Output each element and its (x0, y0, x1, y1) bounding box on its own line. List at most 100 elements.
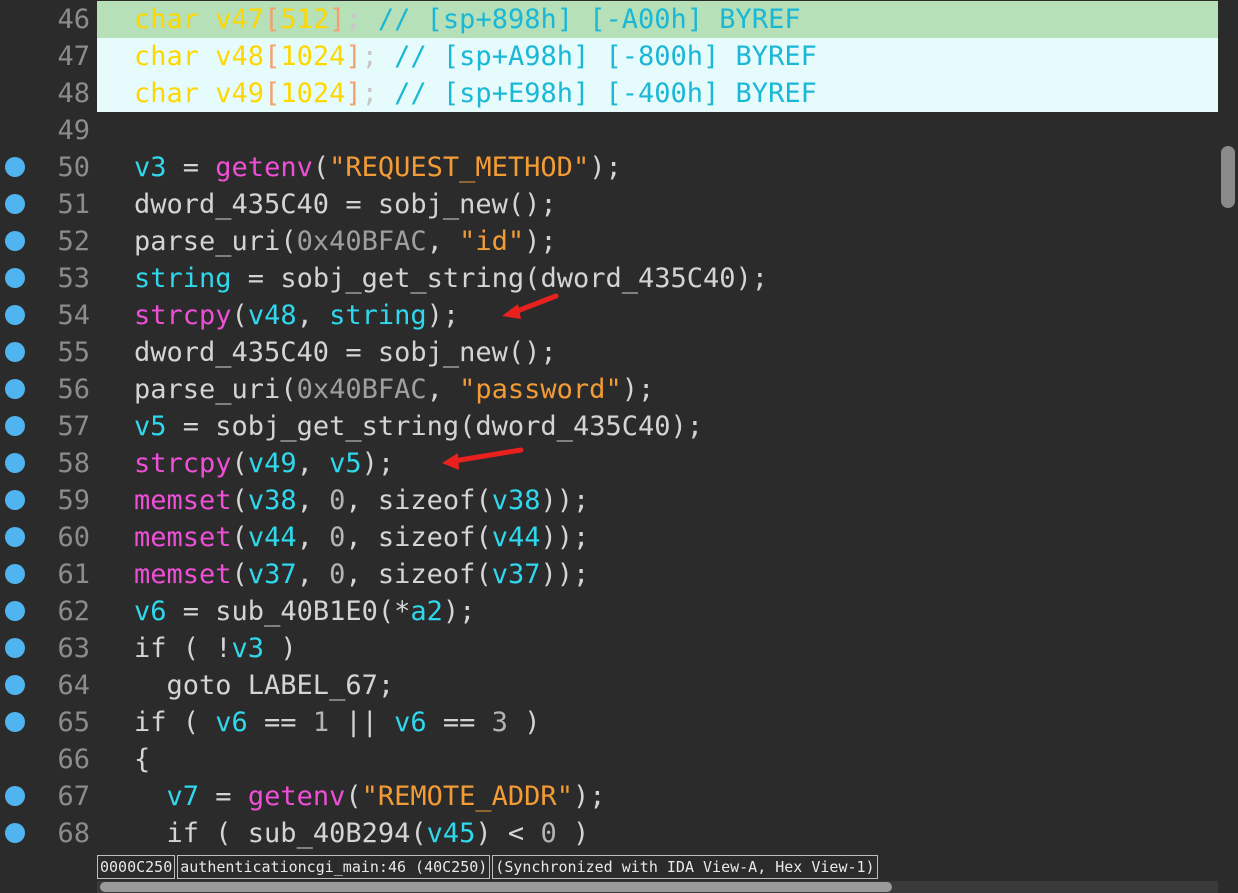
breakpoint-dot-icon[interactable] (5, 712, 25, 732)
code-text[interactable]: memset(v37, 0, sizeof(v37)); (134, 556, 589, 593)
code-token: v45 (426, 818, 476, 849)
breakpoint-dot-icon[interactable] (5, 194, 25, 214)
code-token: // (377, 78, 443, 109)
code-token: ( (345, 781, 362, 812)
code-token: == (426, 707, 492, 738)
code-text[interactable]: dword_435C40 = sobj_new(); (134, 334, 557, 371)
vertical-scrollbar[interactable] (1218, 0, 1238, 893)
code-text[interactable]: char v47[512]; // [sp+898h] [-A00h] BYRE… (134, 1, 801, 38)
code-token: v37 (247, 559, 297, 590)
code-text[interactable]: strcpy(v48, string); (134, 297, 459, 334)
code-text[interactable]: goto LABEL_67; (134, 667, 395, 704)
breakpoint-dot-icon[interactable] (5, 527, 25, 547)
code-text[interactable]: parse_uri(0x40BFAC, "id"); (134, 223, 557, 260)
code-line[interactable]: 64 goto LABEL_67; (0, 667, 1218, 704)
breakpoint-dot-icon[interactable] (5, 453, 25, 473)
code-line[interactable]: 62 v6 = sub_40B1E0(*a2); (0, 593, 1218, 630)
code-text[interactable]: memset(v38, 0, sizeof(v38)); (134, 482, 589, 519)
code-text[interactable]: v3 = getenv("REQUEST_METHOD"); (134, 149, 622, 186)
code-text[interactable]: memset(v44, 0, sizeof(v44)); (134, 519, 589, 556)
breakpoint-dot-icon[interactable] (5, 823, 25, 843)
code-text[interactable]: v6 = sub_40B1E0(*a2); (134, 593, 475, 630)
breakpoint-dot-icon[interactable] (5, 490, 25, 510)
code-token: sobj_new (377, 337, 508, 368)
code-token: sizeof (377, 522, 476, 553)
line-number: 53 (57, 263, 90, 294)
code-token: , (296, 300, 330, 331)
code-token: ( (475, 522, 492, 553)
code-token: ] (329, 4, 346, 35)
breakpoint-dot-icon[interactable] (5, 342, 25, 362)
code-token: ); (735, 263, 769, 294)
code-line[interactable]: 58 strcpy(v49, v5); (0, 445, 1218, 482)
code-token: memset (134, 485, 232, 516)
code-line[interactable]: 49 (0, 112, 1218, 149)
code-token: = (329, 189, 378, 220)
code-line[interactable]: 47 char v48[1024]; // [sp+A98h] [-800h] B… (0, 38, 1218, 75)
breakpoint-dot-icon[interactable] (5, 564, 25, 584)
breakpoint-dot-icon[interactable] (5, 416, 25, 436)
code-token: [ (264, 4, 281, 35)
code-line[interactable]: 52 parse_uri(0x40BFAC, "id"); (0, 223, 1218, 260)
breakpoint-dot-icon[interactable] (5, 638, 25, 658)
code-text[interactable]: if ( !v3 ) (134, 630, 297, 667)
code-token: "id" (459, 226, 525, 257)
code-line[interactable]: 57 v5 = sobj_get_string(dword_435C40); (0, 408, 1218, 445)
code-token: ( (231, 522, 248, 553)
code-token: [-400h] (605, 78, 720, 109)
code-line[interactable]: 60 memset(v44, 0, sizeof(v44)); (0, 519, 1218, 556)
code-line[interactable]: 48 char v49[1024]; // [sp+E98h] [-400h] B… (0, 75, 1218, 112)
code-token: char (134, 4, 200, 35)
code-token: [ (264, 41, 281, 72)
code-line[interactable]: 56 parse_uri(0x40BFAC, "password"); (0, 371, 1218, 408)
horizontal-scrollbar[interactable] (97, 881, 1218, 893)
code-line[interactable]: 51 dword_435C40 = sobj_new(); (0, 186, 1218, 223)
breakpoint-dot-icon[interactable] (5, 268, 25, 288)
code-text[interactable]: if ( v6 == 1 || v6 == 3 ) (134, 704, 540, 741)
code-line[interactable]: 50 v3 = getenv("REQUEST_METHOD"); (0, 149, 1218, 186)
line-number: 58 (57, 448, 90, 479)
code-line[interactable]: 65 if ( v6 == 1 || v6 == 3 ) (0, 704, 1218, 741)
code-token: ); (442, 596, 476, 627)
code-text[interactable]: v7 = getenv("REMOTE_ADDR"); (134, 778, 606, 815)
code-token: ) (507, 707, 541, 738)
code-token: dword_435C40 (475, 411, 671, 442)
code-line[interactable]: 53 string = sobj_get_string(dword_435C40)… (0, 260, 1218, 297)
vertical-scrollbar-thumb[interactable] (1221, 146, 1235, 208)
code-token: v37 (491, 559, 541, 590)
code-line[interactable]: 67 v7 = getenv("REMOTE_ADDR"); (0, 778, 1218, 815)
code-line[interactable]: 59 memset(v38, 0, sizeof(v38)); (0, 482, 1218, 519)
code-line[interactable]: 54 strcpy(v48, string); (0, 297, 1218, 334)
line-number: 61 (57, 559, 90, 590)
breakpoint-dot-icon[interactable] (5, 157, 25, 177)
breakpoint-dot-icon[interactable] (5, 231, 25, 251)
breakpoint-dot-icon[interactable] (5, 379, 25, 399)
code-text[interactable]: v5 = sobj_get_string(dword_435C40); (134, 408, 703, 445)
code-token: ) (556, 818, 590, 849)
pseudocode-view[interactable]: 46 char v47[512]; // [sp+898h] [-A00h] BY… (0, 0, 1238, 893)
breakpoint-dot-icon[interactable] (5, 786, 25, 806)
code-token: sobj_new (377, 189, 508, 220)
code-text[interactable]: { (134, 741, 150, 778)
code-text[interactable]: string = sobj_get_string(dword_435C40); (134, 260, 768, 297)
code-token: (); (507, 189, 557, 220)
code-text[interactable]: char v48[1024]; // [sp+A98h] [-800h] BYR… (134, 38, 817, 75)
code-text[interactable]: dword_435C40 = sobj_new(); (134, 186, 557, 223)
breakpoint-dot-icon[interactable] (5, 601, 25, 621)
code-line[interactable]: 63 if ( !v3 ) (0, 630, 1218, 667)
code-text[interactable]: parse_uri(0x40BFAC, "password"); (134, 371, 654, 408)
code-line[interactable]: 68 if ( sub_40B294(v45) < 0 ) (0, 815, 1218, 852)
code-token: 0x40BFAC (296, 374, 427, 405)
code-line[interactable]: 46 char v47[512]; // [sp+898h] [-A00h] BY… (0, 1, 1218, 38)
code-text[interactable]: strcpy(v49, v5); (134, 445, 394, 482)
code-line[interactable]: 66 { (0, 741, 1218, 778)
code-line[interactable]: 55 dword_435C40 = sobj_new(); (0, 334, 1218, 371)
code-line[interactable]: 61 memset(v37, 0, sizeof(v37)); (0, 556, 1218, 593)
breakpoint-dot-icon[interactable] (5, 305, 25, 325)
code-text[interactable]: char v49[1024]; // [sp+E98h] [-400h] BYR… (134, 75, 817, 112)
horizontal-scrollbar-thumb[interactable] (100, 882, 892, 892)
breakpoint-dot-icon[interactable] (5, 675, 25, 695)
code-token: sobj_get_string (280, 263, 525, 294)
code-text[interactable]: if ( sub_40B294(v45) < 0 ) (134, 815, 590, 852)
